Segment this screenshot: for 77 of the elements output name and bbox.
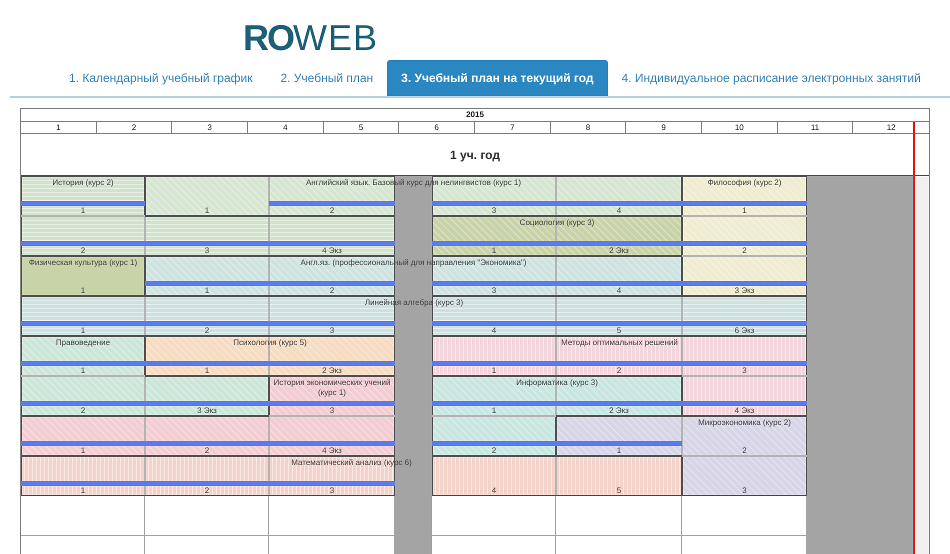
week-label: 3 [330, 326, 334, 335]
week-label: 3 [204, 246, 210, 255]
tab[interactable]: 2. Учебный план [266, 60, 388, 96]
week-label: 1 [742, 206, 747, 215]
month-header: 3 [172, 122, 248, 133]
week-label: 2 [80, 406, 86, 415]
week-label: 2 [204, 446, 210, 455]
week-label: 3 [492, 206, 496, 215]
year-header: 2015 [21, 109, 929, 122]
subject-title: Философия (курс 2) [708, 177, 782, 188]
week-label: 2 [492, 446, 496, 455]
week-label: 1 [492, 406, 496, 415]
week-label: 4 Экз [734, 406, 754, 415]
week-label: 1 [492, 246, 496, 255]
month-header: 1 [21, 122, 97, 133]
week-label: 2 [330, 206, 334, 215]
week-label: 3 [330, 486, 334, 495]
week-label: 3 [742, 486, 747, 495]
week-label: 1 [80, 366, 86, 375]
week-label: 1 [80, 486, 86, 495]
week-label: 4 Экз [322, 246, 342, 255]
tab[interactable]: 4. Индивидуальное расписание электронных занятий [608, 60, 935, 96]
week-label: 1 [492, 366, 496, 375]
week-label: 1 [80, 286, 86, 295]
week-label: 4 [616, 206, 622, 215]
week-label: 4 [492, 326, 496, 335]
subject-title: История экономических учений (курс 1) [272, 377, 392, 398]
week-label: 2 Экз [609, 406, 629, 415]
subject-title: Психология (курс 5) [233, 337, 307, 348]
week-label: 4 Экз [322, 446, 342, 455]
week-label: 1 [80, 326, 86, 335]
subject-title: Информатика (курс 3) [516, 377, 598, 388]
subject-title: Микроэкономика (курс 2) [698, 417, 791, 428]
month-header: 2 [96, 122, 172, 133]
logo: ROWEB [243, 18, 378, 58]
month-header: 8 [550, 122, 626, 133]
week-label: 2 [616, 366, 622, 375]
week-label: 3 [492, 286, 496, 295]
subject-title: Правоведение [56, 337, 110, 348]
tab[interactable]: 3. Учебный план на текущий год [387, 60, 608, 96]
week-label: 3 Экз [197, 406, 217, 415]
week-label: 4 [492, 486, 496, 495]
week-label: 1 [80, 206, 86, 215]
week-label: 4 [616, 286, 622, 295]
month-header: 4 [248, 122, 324, 133]
week-label: 3 [330, 406, 334, 415]
month-header: 9 [626, 122, 702, 133]
week-label: 2 Экз [322, 366, 342, 375]
week-label: 1 [80, 446, 86, 455]
subject-title: Методы оптимальных решений [561, 337, 678, 348]
week-label: 1 [204, 366, 210, 375]
subject-title: История (курс 2) [52, 177, 114, 188]
week-label: 1 [204, 206, 210, 215]
month-header: 6 [399, 122, 475, 133]
tab[interactable]: 1. Календарный учебный график [55, 60, 266, 96]
week-label: 5 [616, 326, 622, 335]
week-label: 2 [204, 486, 210, 495]
week-label: 2 [742, 246, 747, 255]
week-label: 2 [330, 286, 334, 295]
month-header: 12 [886, 122, 897, 133]
month-header: 10 [702, 122, 778, 133]
week-label: 5 [616, 486, 622, 495]
week-label: 3 [742, 366, 747, 375]
week-label: 2 [80, 246, 86, 255]
period-title: 1 уч. год [449, 146, 501, 164]
subject-title: Социология (курс 3) [520, 217, 594, 228]
week-label: 1 [616, 446, 622, 455]
week-label: 2 [742, 446, 747, 455]
subject-title: Физическая культура (курс 1) [28, 257, 138, 268]
week-label: 6 Экз [734, 326, 754, 335]
week-label: 2 Экз [609, 246, 629, 255]
month-header: 5 [324, 122, 400, 133]
month-header: 7 [474, 122, 551, 133]
week-label: 3 Экз [734, 286, 754, 295]
month-header: 11 [778, 122, 854, 133]
week-label: 2 [204, 326, 210, 335]
week-label: 1 [204, 286, 210, 295]
